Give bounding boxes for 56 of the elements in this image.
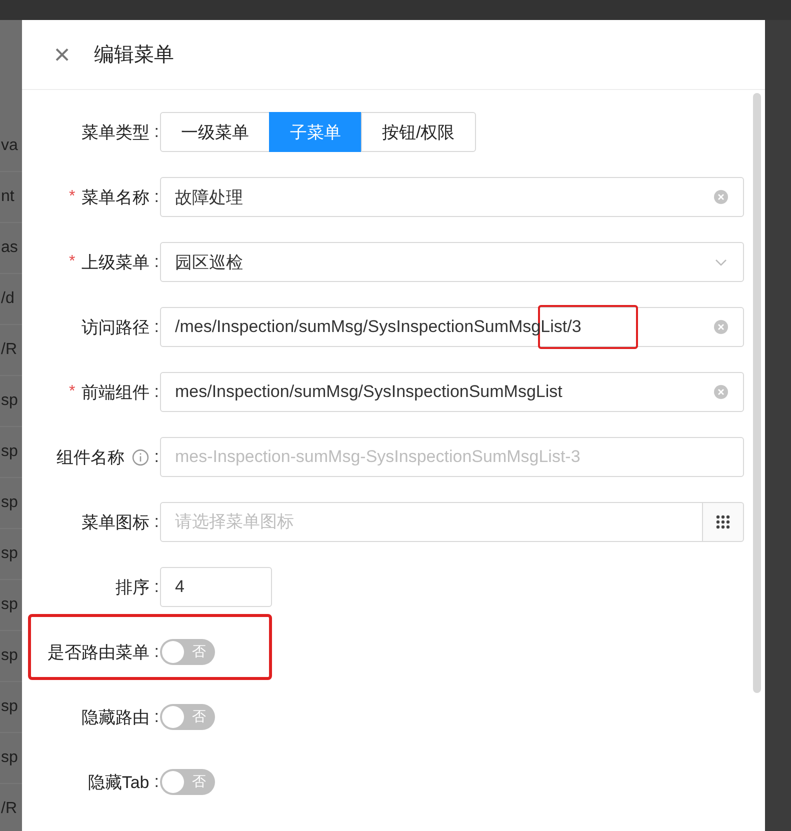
field-label: 菜单名称 — [81, 186, 150, 208]
clear-icon[interactable] — [713, 319, 729, 335]
colon: : — [154, 382, 159, 402]
background-text: /R — [1, 800, 17, 818]
segment-option[interactable]: 一级菜单 — [160, 112, 270, 152]
input-field[interactable]: mes/Inspection/sumMsg/SysInspectionSumMsgList — [160, 372, 744, 412]
required-mark: * — [69, 383, 76, 401]
field-label: 是否路由菜单 — [47, 642, 150, 664]
colon: : — [154, 122, 159, 142]
field-label: 组件名称 — [56, 446, 124, 468]
input-field[interactable]: 故障处理 — [160, 177, 744, 217]
background-text: /d — [1, 290, 14, 308]
background-text: sp — [1, 545, 18, 563]
colon: : — [154, 317, 159, 337]
background-text: sp — [1, 647, 18, 665]
close-button[interactable]: × — [50, 40, 74, 68]
select-field[interactable]: 园区巡检 — [160, 242, 744, 282]
input-field[interactable]: mes-Inspection-sumMsg-SysInspectionSumMsgList-3 — [160, 437, 744, 477]
field-label: 上级菜单 — [81, 252, 150, 274]
background-text: sp — [1, 392, 18, 410]
background-text: sp — [1, 443, 18, 461]
clear-icon[interactable] — [713, 189, 729, 205]
field-label: 排序 — [115, 576, 150, 598]
colon: : — [154, 252, 159, 272]
colon: : — [154, 707, 159, 727]
colon: : — [154, 642, 159, 662]
background-text: sp — [1, 596, 18, 614]
colon: : — [154, 772, 159, 792]
field-label: 菜单图标 — [81, 512, 150, 534]
field-label: 菜单类型 — [81, 122, 150, 144]
colon: : — [154, 187, 159, 207]
colon: : — [154, 577, 159, 597]
input-field[interactable]: 请选择菜单图标 — [160, 502, 703, 542]
required-mark: * — [69, 253, 76, 271]
drawer-title: 编辑菜单 — [94, 43, 174, 68]
scrollbar-thumb[interactable] — [753, 93, 761, 693]
colon: : — [154, 512, 159, 532]
field-label: 隐藏Tab — [88, 772, 150, 794]
icon-picker-button[interactable] — [703, 502, 744, 542]
background-text: va — [1, 137, 18, 155]
clear-icon[interactable] — [713, 384, 729, 400]
background-text: as — [1, 239, 18, 257]
background-text: sp — [1, 698, 18, 716]
background-text: /R — [1, 341, 17, 359]
segment-option[interactable]: 按钮/权限 — [361, 112, 476, 152]
field-label: 访问路径 — [81, 316, 150, 338]
background-text: sp — [1, 494, 18, 512]
required-mark: * — [69, 188, 76, 206]
grid-icon — [715, 514, 731, 530]
background-text: sp — [1, 749, 18, 767]
info-icon — [132, 448, 150, 466]
colon: : — [154, 447, 159, 467]
number-field[interactable]: 4 — [160, 567, 272, 607]
field-label: 前端组件 — [81, 382, 150, 404]
background-text: nt — [1, 188, 14, 206]
field-label: 隐藏路由 — [81, 706, 150, 728]
